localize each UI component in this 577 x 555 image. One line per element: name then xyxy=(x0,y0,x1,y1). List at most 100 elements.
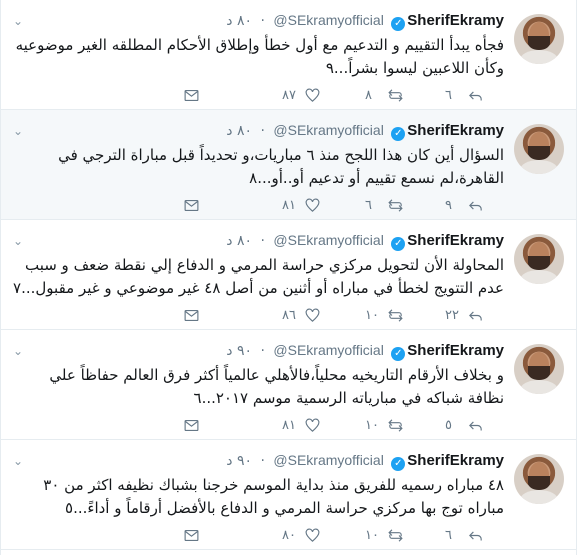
mail-icon xyxy=(184,89,199,101)
retweet-icon xyxy=(388,308,403,322)
retweet-button[interactable]: ٦ xyxy=(365,195,404,215)
reply-button[interactable]: ٩ xyxy=(445,195,484,215)
verified-badge-icon: ✓ xyxy=(391,127,406,141)
tweet-header: ٩٠ د · @SEkramyofficial ✓ SherifEkramy xyxy=(11,342,504,362)
user-handle[interactable]: @SEkramyofficial xyxy=(273,12,383,28)
tweet-header: ٨٠ د · @SEkramyofficial ✓ SherifEkramy xyxy=(11,122,504,142)
direct-message-button[interactable] xyxy=(183,85,200,105)
retweet-icon xyxy=(388,198,403,212)
tweet-text: فجأه يبدأ التقييم و التدعيم مع أول خطأ و… xyxy=(15,36,504,77)
reply-icon xyxy=(469,201,482,210)
retweet-count: ١٠ xyxy=(365,527,379,543)
reply-icon xyxy=(469,421,482,430)
tweet-actions: ٢٢ ١٠ ٨٦ xyxy=(11,305,504,325)
retweet-icon xyxy=(388,418,403,432)
reply-button[interactable]: ٥ xyxy=(445,415,484,435)
verified-badge-icon: ✓ xyxy=(391,237,406,251)
user-handle[interactable]: @SEkramyofficial xyxy=(273,232,383,248)
like-button[interactable]: ٨١ xyxy=(282,195,321,215)
retweet-icon xyxy=(388,528,403,542)
user-handle[interactable]: @SEkramyofficial xyxy=(273,122,383,138)
tweet-header: ٩٠ د · @SEkramyofficial ✓ SherifEkramy xyxy=(11,452,504,472)
avatar[interactable] xyxy=(514,124,564,174)
verified-badge-icon: ✓ xyxy=(391,457,406,471)
tweet-feed: ⌄ ٨٠ د · @SEkramyofficial ✓ SherifEkramy … xyxy=(0,0,577,555)
mail-icon xyxy=(184,419,199,431)
reply-button[interactable]: ٦ xyxy=(445,85,484,105)
retweet-count: ١٠ xyxy=(365,307,379,323)
user-name[interactable]: SherifEkramy xyxy=(407,122,504,139)
avatar[interactable] xyxy=(514,14,564,64)
tweet-actions: ٥ ١٠ ٨١ xyxy=(11,415,504,435)
like-button[interactable]: ٨٠ xyxy=(282,525,321,545)
heart-icon xyxy=(305,528,320,542)
mail-icon xyxy=(184,529,199,541)
tweet[interactable]: ⌄ ٨٠ د · @SEkramyofficial ✓ SherifEkramy … xyxy=(1,220,576,330)
tweet-actions: ٦ ١٠ ٨٠ xyxy=(11,525,504,545)
verified-badge-icon: ✓ xyxy=(391,17,406,31)
tweet-text: السؤال أين كان هذا اللجح منذ ٦ مباريات،و… xyxy=(58,146,504,187)
retweet-count: ٦ xyxy=(365,197,372,213)
reply-icon xyxy=(469,531,482,540)
user-handle[interactable]: @SEkramyofficial xyxy=(273,452,383,468)
like-count: ٨١ xyxy=(282,417,296,433)
tweet-time[interactable]: ٨٠ د xyxy=(226,13,252,29)
direct-message-button[interactable] xyxy=(183,415,200,435)
tweet-time[interactable]: ٨٠ د xyxy=(226,233,252,249)
like-count: ٨٦ xyxy=(282,307,296,323)
tweet-header: ٨٠ د · @SEkramyofficial ✓ SherifEkramy xyxy=(11,232,504,252)
separator-dot: · xyxy=(260,453,265,469)
user-name[interactable]: SherifEkramy xyxy=(407,12,504,29)
heart-icon xyxy=(305,198,320,212)
heart-icon xyxy=(305,308,320,322)
tweet-time[interactable]: ٩٠ د xyxy=(226,343,252,359)
separator-dot: · xyxy=(260,233,265,249)
like-button[interactable]: ٨١ xyxy=(282,415,321,435)
like-count: ٨٠ xyxy=(282,527,296,543)
retweet-button[interactable]: ٨ xyxy=(365,85,404,105)
reply-button[interactable]: ٦ xyxy=(445,525,484,545)
tweet-time[interactable]: ٩٠ د xyxy=(226,453,252,469)
heart-icon xyxy=(305,418,320,432)
reply-button[interactable]: ٢٢ xyxy=(445,305,484,325)
tweet-time[interactable]: ٨٠ د xyxy=(226,123,252,139)
heart-icon xyxy=(305,88,320,102)
user-handle[interactable]: @SEkramyofficial xyxy=(273,342,383,358)
reply-icon xyxy=(469,91,482,100)
separator-dot: · xyxy=(260,343,265,359)
tweet-header: ٨٠ د · @SEkramyofficial ✓ SherifEkramy xyxy=(11,12,504,32)
user-name[interactable]: SherifEkramy xyxy=(407,452,504,469)
retweet-icon xyxy=(388,88,403,102)
like-button[interactable]: ٨٦ xyxy=(282,305,321,325)
user-name[interactable]: SherifEkramy xyxy=(407,342,504,359)
tweet[interactable]: ⌄ ٨٠ د · @SEkramyofficial ✓ SherifEkramy … xyxy=(1,0,576,110)
reply-count: ٦ xyxy=(445,527,452,543)
tweet[interactable]: ⌄ ٩٠ د · @SEkramyofficial ✓ SherifEkramy … xyxy=(1,330,576,440)
tweet-actions: ٦ ٨ ٨٧ xyxy=(11,85,504,105)
mail-icon xyxy=(184,309,199,321)
reply-count: ٢٢ xyxy=(445,307,459,323)
direct-message-button[interactable] xyxy=(183,525,200,545)
direct-message-button[interactable] xyxy=(183,195,200,215)
tweet[interactable]: ⌄ ٩٠ د · @SEkramyofficial ✓ SherifEkramy … xyxy=(1,440,576,550)
like-count: ٨٧ xyxy=(282,87,296,103)
separator-dot: · xyxy=(260,13,265,29)
tweet-actions: ٩ ٦ ٨١ xyxy=(11,195,504,215)
direct-message-button[interactable] xyxy=(183,305,200,325)
avatar[interactable] xyxy=(514,234,564,284)
tweet-text: المحاولة الأن لتحويل مركزي حراسة المرمي … xyxy=(13,256,504,297)
mail-icon xyxy=(184,199,199,211)
avatar[interactable] xyxy=(514,344,564,394)
retweet-button[interactable]: ١٠ xyxy=(365,415,404,435)
tweet[interactable]: ⌄ ٨٠ د · @SEkramyofficial ✓ SherifEkramy … xyxy=(1,110,576,220)
tweet-text: و بخلاف الأرقام التاريخيه محلياً،فالأهلي… xyxy=(49,366,504,407)
like-button[interactable]: ٨٧ xyxy=(282,85,321,105)
reply-count: ٥ xyxy=(445,417,452,433)
retweet-count: ٨ xyxy=(365,87,372,103)
retweet-button[interactable]: ١٠ xyxy=(365,525,404,545)
like-count: ٨١ xyxy=(282,197,296,213)
user-name[interactable]: SherifEkramy xyxy=(407,232,504,249)
verified-badge-icon: ✓ xyxy=(391,347,406,361)
avatar[interactable] xyxy=(514,454,564,504)
retweet-button[interactable]: ١٠ xyxy=(365,305,404,325)
